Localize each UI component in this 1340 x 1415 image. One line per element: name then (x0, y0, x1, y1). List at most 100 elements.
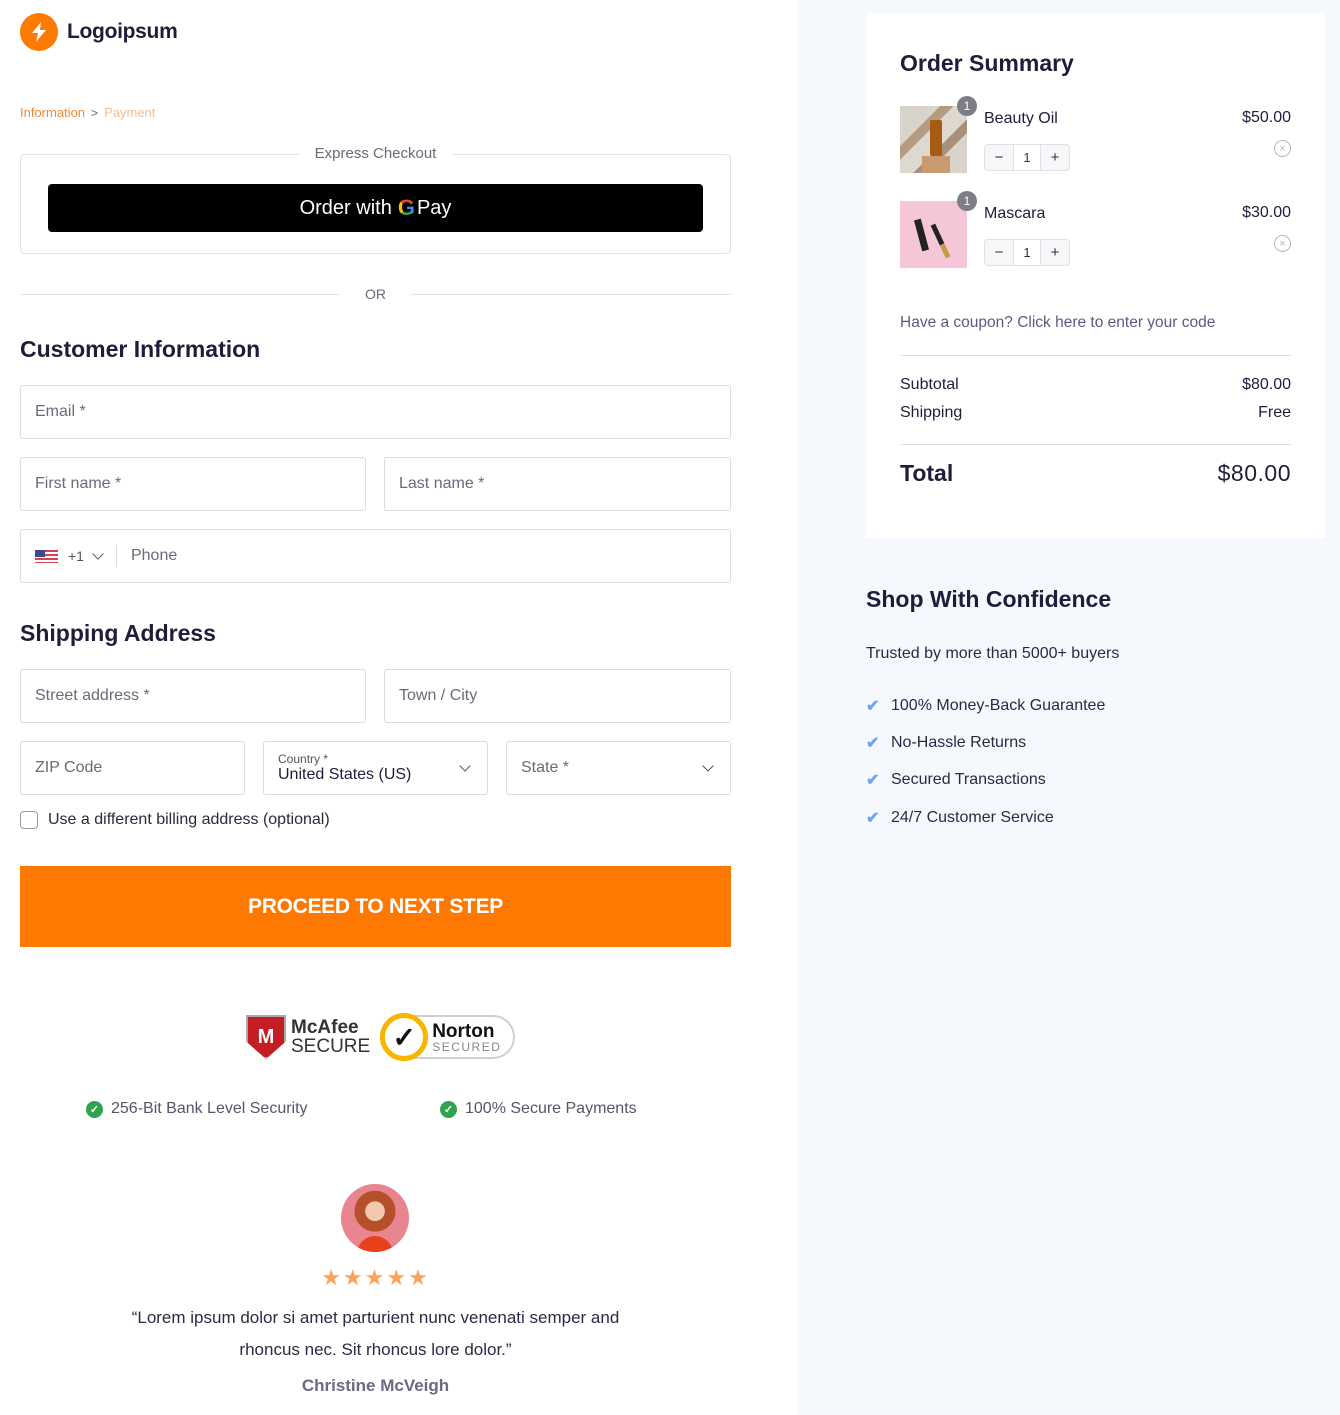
last-name-input[interactable] (399, 475, 730, 493)
quantity-badge: 1 (957, 191, 977, 211)
decrease-button[interactable]: − (985, 145, 1013, 170)
decrease-button[interactable]: − (985, 240, 1013, 265)
cart-item: 1 Beauty Oil $50.00 − 1 + × (900, 96, 1291, 174)
checkmark-icon: ✔ (866, 698, 880, 715)
proceed-button[interactable]: PROCEED TO NEXT STEP (20, 866, 731, 947)
confidence-item-label: 24/7 Customer Service (891, 809, 1054, 826)
check-circle-icon: ✓ (440, 1100, 457, 1118)
chevron-right-icon: > (91, 105, 99, 120)
email-input[interactable] (35, 403, 730, 421)
confidence-item-label: 100% Money-Back Guarantee (891, 697, 1106, 714)
divider (900, 444, 1291, 445)
divider-line (20, 293, 340, 295)
confidence-item: ✔ Secured Transactions (866, 770, 1046, 790)
shipping-value: Free (1258, 404, 1291, 421)
billing-address-checkbox[interactable] (20, 811, 38, 829)
mcafee-name: McAfee (291, 1017, 359, 1038)
breadcrumb-information[interactable]: Information (20, 105, 85, 120)
state-placeholder: State * (521, 759, 570, 776)
security-feature: ✓ 256-Bit Bank Level Security (86, 1100, 308, 1118)
street-address-field[interactable] (20, 669, 366, 723)
shipping-label: Shipping (900, 404, 963, 421)
confidence-item: ✔ 100% Money-Back Guarantee (866, 696, 1105, 716)
country-code-select[interactable]: +1 (35, 545, 117, 567)
cart-item: 1 Mascara $30.00 − 1 + × (900, 191, 1291, 269)
confidence-subtitle: Trusted by more than 5000+ buyers (866, 645, 1120, 662)
confidence-item-label: Secured Transactions (891, 771, 1046, 788)
billing-address-label: Use a different billing address (optiona… (48, 811, 330, 828)
subtotal-row: Subtotal $80.00 (900, 376, 1291, 394)
reviewer-name: Christine McVeigh (301, 1376, 450, 1395)
zip-input[interactable] (35, 759, 244, 777)
checkmark-icon: ✔ (866, 735, 880, 752)
remove-item-icon[interactable]: × (1274, 235, 1291, 252)
brand-name: Logoipsum (67, 20, 178, 43)
confidence-item: ✔ 24/7 Customer Service (866, 808, 1054, 828)
last-name-field[interactable] (384, 457, 731, 511)
gpay-button-prefix: Order with (299, 196, 392, 219)
divider-line (411, 293, 731, 295)
email-field[interactable] (20, 385, 731, 439)
breadcrumb-payment[interactable]: Payment (104, 105, 155, 120)
gpay-button-suffix: Pay (416, 196, 452, 219)
increase-button[interactable]: + (1041, 145, 1069, 170)
trust-badges: M McAfee SECURE ✓ Norton SECURED (246, 1013, 516, 1061)
zip-field[interactable] (20, 741, 245, 795)
norton-check-icon: ✓ (380, 1013, 429, 1061)
security-feature: ✓ 100% Secure Payments (440, 1100, 637, 1118)
divider (900, 355, 1291, 356)
quantity-badge: 1 (957, 96, 977, 116)
subtotal-label: Subtotal (900, 376, 959, 393)
norton-name: Norton (432, 1020, 495, 1042)
phone-country-code: +1 (68, 548, 84, 564)
order-summary-card: Order Summary 1 Beauty Oil $50.00 − 1 + … (866, 13, 1325, 538)
increase-button[interactable]: + (1041, 240, 1069, 265)
express-checkout-box: Express Checkout Order with G Pay (20, 145, 731, 254)
express-checkout-label: Express Checkout (298, 145, 453, 162)
product-price: $50.00 (1242, 109, 1291, 126)
quantity-stepper: − 1 + (984, 239, 1070, 266)
quantity-value[interactable]: 1 (1013, 145, 1041, 170)
security-feature-label: 100% Secure Payments (465, 1100, 637, 1117)
star-rating: ★★★★★ (321, 1265, 430, 1290)
product-name: Mascara (984, 205, 1046, 222)
norton-secured-badge: ✓ Norton SECURED (380, 1013, 516, 1061)
phone-input[interactable] (116, 547, 730, 565)
product-image-beauty-oil (900, 106, 967, 173)
coupon-link[interactable]: Have a coupon? Click here to enter your … (900, 314, 1215, 332)
total-label: Total (900, 460, 954, 486)
first-name-field[interactable] (20, 457, 366, 511)
or-label: OR (365, 286, 386, 302)
quantity-stepper: − 1 + (984, 144, 1070, 171)
testimonial-quote: “Lorem ipsum dolor si amet parturient nu… (131, 1308, 620, 1359)
chevron-down-icon (459, 760, 471, 772)
order-summary-title: Order Summary (900, 50, 1074, 76)
city-field[interactable] (384, 669, 731, 723)
remove-item-icon[interactable]: × (1274, 140, 1291, 157)
mcafee-secure-text: SECURE (291, 1036, 371, 1057)
country-value: United States (US) (278, 766, 412, 783)
brand-logo[interactable]: Logoipsum (20, 13, 178, 51)
quantity-value[interactable]: 1 (1013, 240, 1041, 265)
checkmark-icon: ✔ (866, 772, 880, 789)
reviewer-avatar (341, 1184, 409, 1252)
city-input[interactable] (399, 687, 730, 705)
confidence-title: Shop With Confidence (866, 586, 1112, 612)
checkmark-icon: ✔ (866, 810, 880, 827)
first-name-input[interactable] (35, 475, 365, 493)
confidence-item-label: No-Hassle Returns (891, 734, 1027, 751)
google-g-icon: G (397, 195, 415, 220)
total-row: Total $80.00 (900, 460, 1291, 487)
shipping-address-title: Shipping Address (20, 620, 216, 646)
phone-field[interactable]: +1 (20, 529, 731, 583)
billing-address-option[interactable]: Use a different billing address (optiona… (20, 811, 330, 829)
state-select[interactable]: State * (506, 741, 731, 795)
chevron-down-icon (702, 760, 714, 772)
chevron-down-icon (92, 548, 104, 560)
subtotal-value: $80.00 (1242, 376, 1291, 393)
street-address-input[interactable] (35, 687, 365, 705)
google-pay-button[interactable]: Order with G Pay (48, 184, 703, 232)
country-select[interactable]: Country * United States (US) (263, 741, 488, 795)
security-feature-label: 256-Bit Bank Level Security (111, 1100, 308, 1117)
product-name: Beauty Oil (984, 110, 1058, 127)
